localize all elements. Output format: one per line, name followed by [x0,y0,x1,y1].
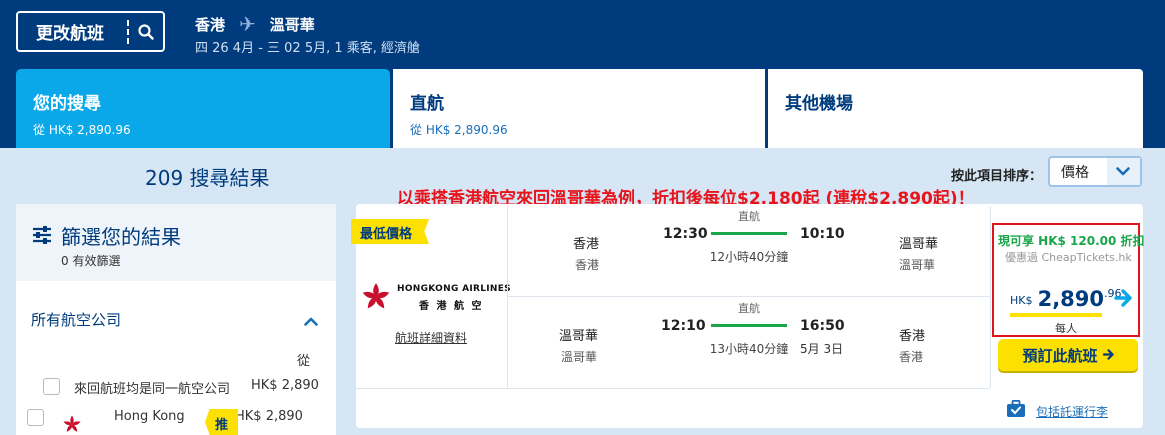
book-label: 預訂此航班 [1022,346,1098,365]
inbound-from-airport: 溫哥華 [561,350,598,364]
tab-label: 直航 [410,94,444,114]
results-count: 209 搜尋結果 [145,166,270,190]
inbound-duration: 13小時40分鐘 [709,342,789,356]
inbound-depart-time: 12:10 [661,318,706,334]
sliders-icon [32,226,52,248]
divider [507,206,508,388]
outbound-to-airport: 溫哥華 [899,258,936,272]
outbound-stops: 直航 [738,210,760,223]
inbound-arrive-time: 16:50 [800,318,845,334]
inbound-from-city: 溫哥華 [559,329,599,344]
via-text: 優惠過 CheapTickets.hk [1005,251,1132,264]
sort-label: 按此項目排序： [951,169,1043,184]
price-underline [1010,313,1102,317]
divider [990,206,991,388]
lowest-price-badge: 最低價格 [351,219,429,244]
checkbox[interactable] [43,378,60,395]
airline-name-en: HONGKONG AIRLINES [397,284,511,294]
filter-panel: 篩選您的結果 0 有效篩選 所有航空公司 從 來回航班均是同一航空公司 HK$ … [16,204,336,435]
tab-direct[interactable]: 直航 從 HK$ 2,890.96 [393,69,765,148]
divider [507,296,990,297]
book-flight-button[interactable]: 預訂此航班 [998,339,1138,371]
chevron-up-icon[interactable] [304,311,318,330]
airline-name-zh: 香 港 航 空 [419,301,484,312]
plane-icon: ✈ [239,12,256,36]
trip-summary: 四 26 4月 - 三 02 5月, 1 乘客, 經濟艙 [195,41,421,56]
baggage-icon [1006,399,1026,422]
direct-flight-line [711,232,787,235]
baggage-included-link[interactable]: 包括託運行李 [1036,403,1108,420]
recommended-tag: 推 [205,409,238,435]
active-filter-count: 0 有效篩選 [61,254,121,268]
discount-text: 現可享 HK$ 120.00 折扣 [998,234,1145,248]
price-main: 2,890 [1037,287,1105,311]
tab-price: 從 HK$ 2,890.96 [410,123,508,137]
change-flight-label: 更改航班 [36,24,104,44]
tab-label: 其他機場 [785,94,853,114]
filter-label: 來回航班均是同一航空公司 [74,382,231,397]
change-flight-button[interactable]: 更改航班 [16,11,165,52]
outbound-from-city: 香港 [573,237,600,252]
origin-city: 香港 [195,15,226,34]
filter-label: Hong Kong [114,409,185,424]
airline-section-title[interactable]: 所有航空公司 [31,309,121,330]
chevron-down-icon [1106,158,1140,185]
currency: HK$ [1010,294,1033,307]
arrow-right-icon[interactable] [1113,288,1133,312]
filter-price: HK$ 2,890 [235,409,303,424]
tab-label: 您的搜尋 [33,94,101,114]
destination-city: 溫哥華 [269,15,315,34]
per-person-label: 每人 [1055,322,1077,335]
inbound-to-airport: 香港 [899,350,924,364]
inbound-stops: 直航 [738,302,760,315]
search-icon [129,23,163,40]
from-label: 從 [297,354,311,369]
sort-value: 價格 [1061,164,1089,181]
direct-flight-line [711,324,787,327]
filter-price: HK$ 2,890 [251,378,319,393]
tab-price: 從 HK$ 2,890.96 [33,123,131,137]
route: 香港 ✈ 溫哥華 [195,12,315,36]
sort-select[interactable]: 價格 [1048,156,1142,187]
checkbox[interactable] [27,409,44,426]
airline-logo-icon [58,414,86,435]
flight-details-link[interactable]: 航班詳細資料 [395,329,467,346]
outbound-to-city: 溫哥華 [899,237,939,252]
outbound-duration: 12小時40分鐘 [709,250,789,264]
inbound-to-city: 香港 [899,329,926,344]
filter-row[interactable]: 來回航班均是同一航空公司 HK$ 2,890 [43,376,333,397]
outbound-depart-time: 12:30 [663,226,708,242]
filter-title: 篩選您的結果 [61,225,181,249]
divider [356,388,990,389]
price[interactable]: HK$ 2,890.96 [1010,287,1122,311]
hongkong-airlines-logo-icon [361,282,391,316]
arrow-right-icon [1102,346,1114,364]
outbound-from-airport: 香港 [575,258,600,272]
outbound-arrive-time: 10:10 [800,226,845,242]
tab-other-airports[interactable]: 其他機場 [768,69,1143,148]
tab-your-search[interactable]: 您的搜尋 從 HK$ 2,890.96 [16,69,390,148]
inbound-arrive-date: 5月 3日 [800,342,844,356]
